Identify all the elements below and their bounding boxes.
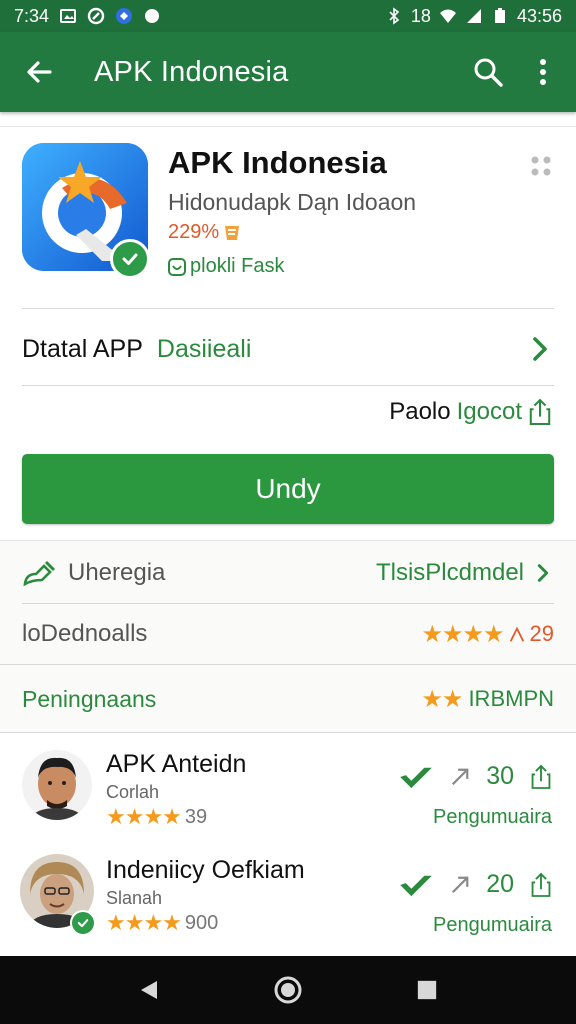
gallery-icon <box>59 7 77 25</box>
badge-icon <box>223 224 241 242</box>
review-actions: 30 <box>398 762 552 791</box>
review-author: APK Anteidn <box>106 750 247 778</box>
section-summary: ★★ IRBMPN <box>421 685 554 714</box>
info-category-value: TlsisPlcdmdel <box>375 559 524 586</box>
verified-check-icon <box>110 239 150 279</box>
info-row-category[interactable]: Uheregia TlsisPlcdmdel <box>22 543 554 603</box>
review-subtitle: Slanah <box>106 888 163 908</box>
share-icon[interactable] <box>530 764 552 790</box>
info-category-label: Uheregia <box>68 559 166 586</box>
chevron-right-icon[interactable] <box>532 562 554 584</box>
section-header: Peningnaans ★★ IRBMPN <box>22 669 554 729</box>
app-name: APK Indonesia <box>168 145 387 180</box>
info-rating: ★★★★ 29 <box>421 620 554 649</box>
chevron-right-icon[interactable] <box>526 335 554 363</box>
share-label-secondary: Igocot <box>456 398 522 425</box>
share-icon[interactable] <box>530 872 552 898</box>
review-item[interactable]: Indeniicy Oefkiam Slanah ★★★★ 900 20 Pen… <box>0 848 576 958</box>
share-label-primary: Paolo <box>389 398 451 425</box>
star-rating-icon: ★★★★ <box>106 910 182 935</box>
verified-check-icon <box>70 910 96 936</box>
network-label: 18 <box>410 5 431 26</box>
review-like-count: 20 <box>486 870 514 898</box>
detail-label: Dtatal APP <box>22 334 143 363</box>
app-bar-title: APK Indonesia <box>94 55 289 88</box>
app-feature: plokli Fask <box>168 255 284 278</box>
grid-dots-icon[interactable] <box>530 155 552 177</box>
info-rating-value: 29 <box>529 621 554 646</box>
nav-recents-icon[interactable] <box>407 970 447 1010</box>
review-footer[interactable]: Pengumuaira <box>433 806 552 829</box>
share-row[interactable]: Paolo Igocot <box>389 398 552 426</box>
info-row-rating: loDednoalls ★★★★ 29 <box>22 604 554 664</box>
star-rating-icon: ★★★★ <box>421 620 504 648</box>
review-subtitle: Corlah <box>106 782 160 802</box>
review-author: Indeniicy Oefkiam <box>106 856 305 884</box>
nav-home-icon[interactable] <box>268 970 308 1010</box>
app-subtitle: Hidonudapk Dąn Idoaon <box>168 189 417 215</box>
more-vert-icon[interactable] <box>528 50 558 94</box>
status-clock-right: 43:56 <box>516 5 562 26</box>
back-arrow-icon[interactable] <box>18 51 60 93</box>
send-icon[interactable] <box>450 875 470 895</box>
review-actions: 20 <box>398 870 552 899</box>
battery-icon <box>491 7 509 25</box>
send-icon[interactable] <box>450 767 470 787</box>
sync-icon <box>87 7 105 25</box>
status-time: 7:34 <box>14 5 50 26</box>
wifi-icon <box>439 7 457 25</box>
trend-icon <box>508 625 526 643</box>
app-feature-text: plokli Fask <box>190 255 285 277</box>
thumbs-up-icon[interactable] <box>398 872 434 898</box>
detail-value: Dasiieali <box>156 334 252 363</box>
bluetooth-icon <box>385 7 403 25</box>
star-rating-icon: ★★★★ <box>106 804 182 829</box>
nav-back-icon[interactable] <box>129 970 169 1010</box>
divider <box>22 308 554 309</box>
share-icon[interactable] <box>528 398 552 426</box>
system-nav-bar <box>0 956 576 1024</box>
app-notification-icon <box>115 7 133 25</box>
search-icon[interactable] <box>466 50 510 94</box>
info-section: Uheregia TlsisPlcdmdel loDednoalls ★★★★ … <box>0 540 576 732</box>
review-rating-count: 39 <box>184 805 208 828</box>
thumbs-up-icon[interactable] <box>398 764 434 790</box>
status-bar: 7:34 18 43:56 <box>0 0 576 32</box>
divider <box>0 732 576 733</box>
review-rating: ★★★★ 900 <box>106 910 218 936</box>
review-rating: ★★★★ 39 <box>106 804 207 830</box>
section-title: Peningnaans <box>22 685 157 712</box>
feature-icon <box>168 257 186 276</box>
signal-icon <box>465 7 483 25</box>
app-rating: 229% <box>168 221 241 244</box>
edit-icon <box>22 558 58 588</box>
app-bar: APK Indonesia <box>0 32 576 112</box>
app-rating-text: 229% <box>168 221 220 243</box>
divider <box>0 664 576 665</box>
dot-notification-icon <box>143 7 161 25</box>
info-rating-label: loDednoalls <box>22 620 148 647</box>
review-like-count: 30 <box>486 762 514 790</box>
app-header-card: APK Indonesia Hidonudapk Dąn Idoaon 229%… <box>0 126 576 308</box>
section-summary-text: IRBMPN <box>468 686 554 711</box>
install-button[interactable]: Undy <box>22 454 554 524</box>
review-item[interactable]: APK Anteidn Corlah ★★★★ 39 30 Pengumuair… <box>0 740 576 850</box>
detail-row[interactable]: Dtatal APP Dasiieali <box>22 314 554 384</box>
divider <box>22 385 554 386</box>
star-rating-icon: ★★ <box>421 685 463 713</box>
review-rating-count: 900 <box>184 911 219 934</box>
review-footer[interactable]: Pengumuaira <box>433 914 552 937</box>
avatar[interactable] <box>22 750 92 820</box>
